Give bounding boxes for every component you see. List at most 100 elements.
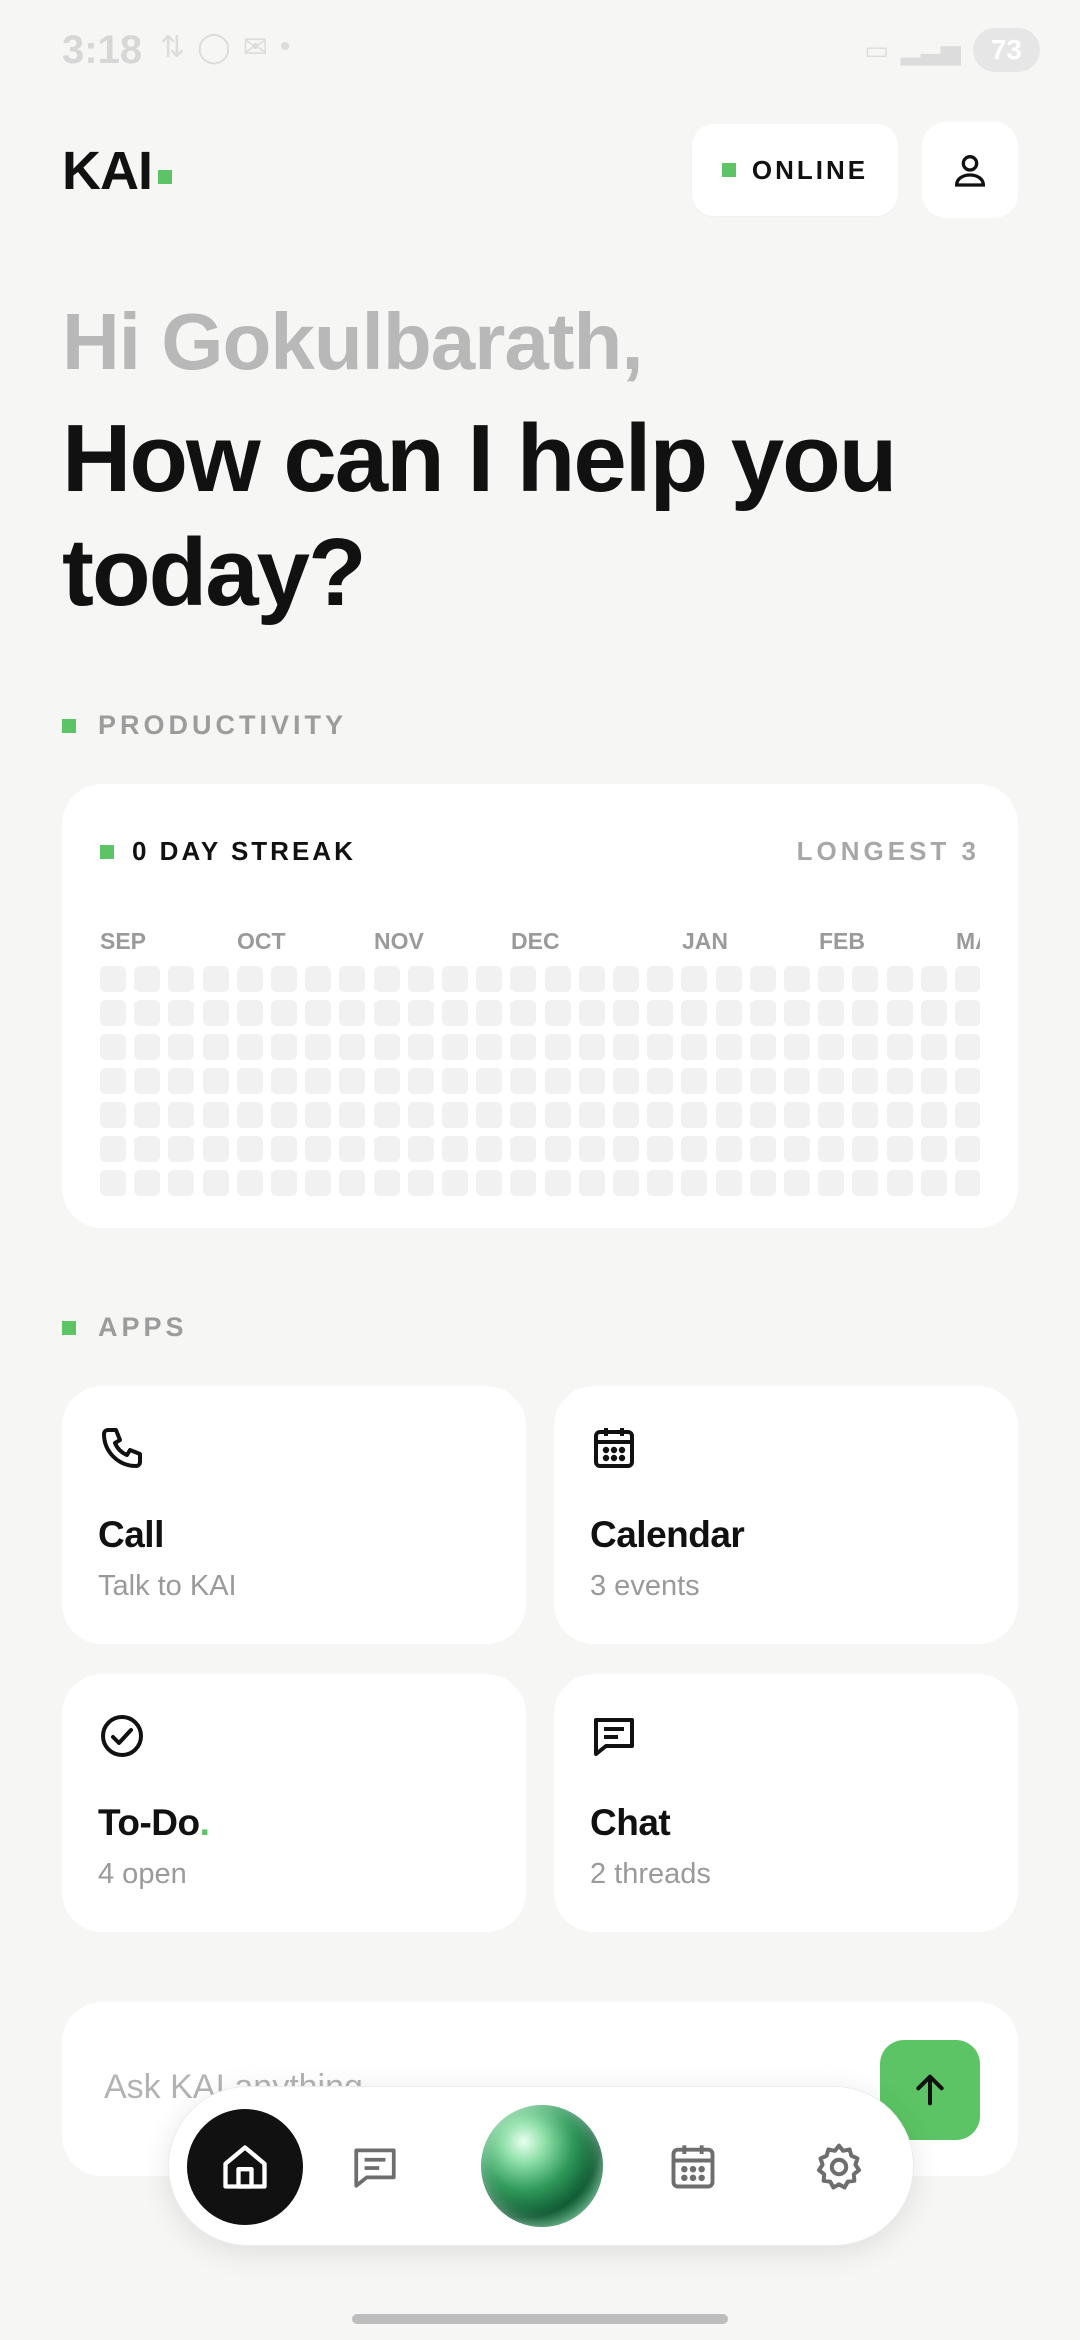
heatmap-cell (305, 1034, 332, 1060)
heatmap-cell (578, 1068, 605, 1094)
streak-dot-icon (100, 844, 114, 859)
heatmap-cell (920, 1068, 947, 1094)
network-icon: ▭ (864, 34, 889, 65)
heatmap-cell (168, 966, 195, 992)
heatmap-cell (510, 1136, 537, 1162)
calendar-icon (671, 2145, 715, 2189)
heatmap-cell (476, 1170, 503, 1196)
heatmap-cell (784, 1102, 810, 1128)
chat-icon (354, 2148, 396, 2188)
heatmap-cell (305, 966, 332, 992)
heatmap-cell (544, 1034, 571, 1060)
app-card-todo[interactable]: To-Do. 4 open (62, 1674, 526, 1932)
heatmap-cell (613, 1000, 639, 1026)
heatmap-cell (100, 1102, 126, 1128)
heatmap-cell (647, 966, 674, 992)
month-label: SEP (100, 928, 147, 954)
heatmap-cell (339, 966, 366, 992)
app-subtitle: 3 events (590, 1570, 700, 1602)
heatmap-cell (168, 1068, 195, 1094)
heatmap-cell (236, 1068, 263, 1094)
heatmap-cell (236, 1000, 263, 1026)
app-title: To-Do. (98, 1802, 210, 1844)
heatmap-cell (681, 1000, 708, 1026)
heatmap-cell (373, 1102, 400, 1128)
heatmap-cell (510, 1034, 537, 1060)
heatmap-cell (715, 1170, 742, 1196)
heatmap-cell (715, 966, 742, 992)
heatmap-cell (134, 966, 161, 992)
heatmap-cell (168, 1034, 195, 1060)
profile-button[interactable] (922, 122, 1018, 218)
heatmap-cell (236, 1136, 263, 1162)
heatmap-cell (681, 1136, 708, 1162)
nav-calendar[interactable] (657, 2131, 729, 2203)
app-title-text: To-Do (98, 1802, 200, 1843)
nav-chat[interactable] (339, 2131, 411, 2203)
heatmap-cell (681, 1102, 708, 1128)
heatmap-cell (100, 1136, 126, 1162)
apps-label-text: APPS (98, 1312, 188, 1342)
heatmap-cell (373, 1034, 400, 1060)
heatmap-cell (202, 1136, 229, 1162)
section-dot-icon (62, 1320, 76, 1335)
heatmap-cell (613, 1034, 639, 1060)
heatmap-cell (955, 1034, 980, 1060)
heatmap-cell (613, 1068, 639, 1094)
heatmap-cell (818, 966, 845, 992)
kai-orb-button[interactable] (481, 2105, 603, 2227)
heatmap-cell (749, 1136, 776, 1162)
gear-icon (816, 2143, 862, 2190)
heatmap-cell (407, 1136, 434, 1162)
heatmap-cell (168, 1136, 195, 1162)
whatsapp-icon: ◯ (197, 31, 231, 64)
heatmap-cell (852, 1034, 879, 1060)
heatmap-cell (681, 966, 708, 992)
app-card-call[interactable]: Call Talk to KAI (62, 1386, 526, 1644)
heatmap-cell (578, 1170, 605, 1196)
nav-settings[interactable] (803, 2131, 875, 2203)
home-icon (223, 2145, 267, 2189)
home-indicator (352, 2314, 728, 2324)
heatmap-cell (920, 1000, 947, 1026)
heatmap-cell (100, 1000, 126, 1026)
nav-home[interactable] (187, 2109, 303, 2225)
calendar-icon (594, 1428, 634, 1468)
heatmap-cell (955, 1068, 980, 1094)
online-dot-icon (721, 163, 736, 177)
heatmap-cell (955, 966, 980, 992)
heatmap-cell (784, 1170, 810, 1196)
heatmap-cell (852, 1136, 879, 1162)
heatmap-cell (373, 1136, 400, 1162)
heatmap-cell (510, 1068, 537, 1094)
heatmap-cell (852, 1000, 879, 1026)
heatmap-cell (955, 1136, 980, 1162)
heatmap-cell (613, 1170, 639, 1196)
heatmap-cell (442, 1068, 468, 1094)
heatmap-cell (134, 1136, 161, 1162)
heatmap-cell (818, 1170, 845, 1196)
app-card-chat[interactable]: Chat 2 threads (554, 1674, 1018, 1932)
activity-heatmap (100, 966, 980, 1196)
heatmap-cell (476, 1136, 503, 1162)
heatmap-cell (886, 1000, 913, 1026)
heatmap-cell (476, 1068, 503, 1094)
month-label: OCT (237, 928, 286, 954)
app-card-calendar[interactable]: Calendar 3 events (554, 1386, 1018, 1644)
app-title: Calendar (590, 1514, 745, 1555)
heatmap-cell (100, 1068, 126, 1094)
heatmap-cell (613, 966, 639, 992)
heatmap-cell (373, 1000, 400, 1026)
arrow-up-icon (916, 2074, 944, 2106)
online-status-badge[interactable]: ONLINE (692, 124, 898, 216)
heatmap-cell (613, 1102, 639, 1128)
streak-text: 0 DAY STREAK (132, 836, 356, 866)
heatmap-cell (715, 1102, 742, 1128)
heatmap-cell (578, 1102, 605, 1128)
heatmap-cell (715, 1136, 742, 1162)
heatmap-cell (134, 1170, 161, 1196)
heatmap-cell (818, 1136, 845, 1162)
heatmap-cell (955, 1102, 980, 1128)
heatmap-cell (476, 1102, 503, 1128)
heatmap-cell (818, 1034, 845, 1060)
